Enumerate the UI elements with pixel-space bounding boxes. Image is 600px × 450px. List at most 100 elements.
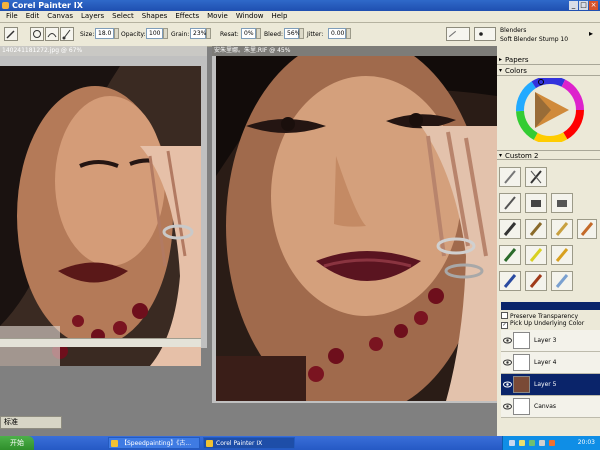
visibility-eye-icon[interactable] — [503, 336, 512, 345]
tray-icon[interactable] — [549, 440, 555, 446]
grain-stepper[interactable] — [206, 28, 211, 39]
menu-edit[interactable]: Edit — [22, 11, 44, 22]
menu-shapes[interactable]: Shapes — [138, 11, 172, 22]
collapse-arrow-icon: ▾ — [499, 67, 503, 74]
tray-icon[interactable] — [509, 440, 515, 446]
layer-row-selected[interactable]: Layer 5 — [501, 374, 600, 396]
layer-name: Layer 5 — [534, 381, 557, 388]
close-button[interactable]: × — [589, 1, 598, 10]
menu-file[interactable]: File — [2, 11, 22, 22]
colors-panel-header[interactable]: ▾ Colors — [497, 66, 600, 76]
opacity-field[interactable]: 100 — [146, 28, 163, 39]
menu-effects[interactable]: Effects — [171, 11, 203, 22]
brush-tile-15[interactable] — [551, 271, 573, 291]
custom-palette-header[interactable]: ▾ Custom 2 — [497, 150, 600, 160]
brush-tile-12[interactable] — [551, 245, 573, 265]
taskbar-item-browser[interactable]: 【Speedpainting】《古... — [108, 437, 200, 449]
document-title: 140241181272.jpg @ 67% — [0, 46, 207, 56]
brush-category-label: Blenders — [500, 27, 527, 34]
menu-window[interactable]: Window — [232, 11, 268, 22]
clock: 20:03 — [577, 439, 595, 446]
brush-tile-10[interactable] — [499, 245, 521, 265]
tray-icon[interactable] — [529, 440, 535, 446]
bleed-stepper[interactable] — [299, 28, 304, 39]
brush-tile-4[interactable] — [525, 193, 547, 213]
window-title: Corel Painter IX — [12, 1, 83, 10]
brush-tile-1[interactable] — [499, 167, 521, 187]
brush-tile-5[interactable] — [551, 193, 573, 213]
title-bar: Corel Painter IX _ □ × — [0, 0, 600, 11]
opacity-stepper[interactable] — [163, 28, 168, 39]
size-stepper[interactable] — [114, 28, 119, 39]
grain-field[interactable]: 23% — [190, 28, 206, 39]
menu-help[interactable]: Help — [267, 11, 291, 22]
taskbar-item-painter[interactable]: Corel Painter IX — [203, 437, 295, 449]
ime-mode: 标准 — [4, 418, 18, 426]
layer-row[interactable]: Canvas — [501, 396, 600, 418]
visibility-eye-icon[interactable] — [503, 402, 512, 411]
resat-field[interactable]: 0% — [241, 28, 256, 39]
layer-thumbnail — [513, 376, 530, 393]
color-wheel[interactable] — [511, 78, 589, 142]
brush-category-icon[interactable] — [446, 27, 470, 41]
pick-up-underlying-color-checkbox[interactable]: ✓ Pick Up Underlying Color — [501, 320, 584, 329]
jitter-stepper[interactable] — [346, 28, 351, 39]
brush-tool-icon[interactable] — [4, 27, 18, 41]
visibility-eye-icon[interactable] — [503, 358, 512, 367]
expand-arrow-icon: ▸ — [499, 56, 503, 63]
ime-toolbar[interactable]: 标准 — [0, 416, 62, 429]
start-button[interactable]: 开始 — [0, 436, 34, 450]
palette-panels: ▸ Papers ▾ Colors ▾ Custom 2 Preserve Tr… — [497, 46, 600, 438]
brush-variant-label: Soft Blender Stump 10 — [500, 36, 569, 43]
document-title: 安朱里娜。朱里.RIF @ 45% — [212, 46, 497, 56]
taskbar-item-label: 【Speedpainting】《古... — [121, 440, 192, 447]
brush-tile-13[interactable] — [499, 271, 521, 291]
tray-icon[interactable] — [519, 440, 525, 446]
layer-row[interactable]: Layer 4 — [501, 352, 600, 374]
size-field[interactable]: 18.0 — [95, 28, 114, 39]
variant-arrow-icon[interactable]: ▸ — [589, 29, 593, 38]
layer-row[interactable]: Layer 3 — [501, 330, 600, 352]
brush-tile-2[interactable] — [525, 167, 547, 187]
layer-name: Layer 3 — [534, 337, 557, 344]
maximize-button[interactable]: □ — [579, 1, 588, 10]
brush-dab-preview-icon[interactable] — [474, 27, 496, 41]
layer-thumbnail — [513, 398, 530, 415]
taskbar-item-label: Corel Painter IX — [216, 440, 263, 447]
brush-tile-14[interactable] — [525, 271, 547, 291]
reference-document-window: 140241181272.jpg @ 67% — [0, 46, 207, 366]
brush-tile-8[interactable] — [551, 219, 573, 239]
grain-label: Grain: — [171, 31, 190, 38]
menu-layers[interactable]: Layers — [77, 11, 108, 22]
menu-movie[interactable]: Movie — [203, 11, 232, 22]
bleed-field[interactable]: 56% — [284, 28, 300, 39]
jitter-label: Jitter: — [307, 31, 324, 38]
layer-name: Canvas — [534, 403, 557, 410]
minimize-button[interactable]: _ — [569, 1, 578, 10]
brush-tile-11[interactable] — [525, 245, 547, 265]
taskbar: 开始 【Speedpainting】《古... Corel Painter IX… — [0, 436, 600, 450]
painting-canvas[interactable] — [216, 56, 497, 401]
menu-select[interactable]: Select — [108, 11, 138, 22]
dab-type-icon[interactable] — [30, 27, 44, 41]
resat-label: Resat: — [220, 31, 239, 38]
papers-panel-header[interactable]: ▸ Papers — [497, 55, 600, 65]
brush-variant-selector[interactable]: Blenders Soft Blender Stump 10 — [500, 26, 568, 44]
brush-tile-6[interactable] — [499, 219, 521, 239]
brush-option-icon[interactable] — [60, 27, 74, 41]
visibility-eye-icon[interactable] — [503, 380, 512, 389]
menu-canvas[interactable]: Canvas — [43, 11, 77, 22]
reference-photo — [0, 66, 201, 366]
layers-panel-header[interactable] — [501, 302, 600, 310]
tray-icon[interactable] — [539, 440, 545, 446]
resat-stepper[interactable] — [256, 28, 261, 39]
stroke-type-icon[interactable] — [45, 27, 59, 41]
browser-icon — [111, 440, 118, 447]
painting-document-window: 安朱里娜。朱里.RIF @ 45% — [212, 46, 497, 403]
jitter-field[interactable]: 0.00 — [328, 28, 346, 39]
papers-panel-title: Papers — [505, 56, 529, 64]
horizontal-scrollbar[interactable] — [0, 338, 201, 347]
brush-tile-9[interactable] — [577, 219, 597, 239]
brush-tile-7[interactable] — [525, 219, 547, 239]
brush-tile-3[interactable] — [499, 193, 521, 213]
